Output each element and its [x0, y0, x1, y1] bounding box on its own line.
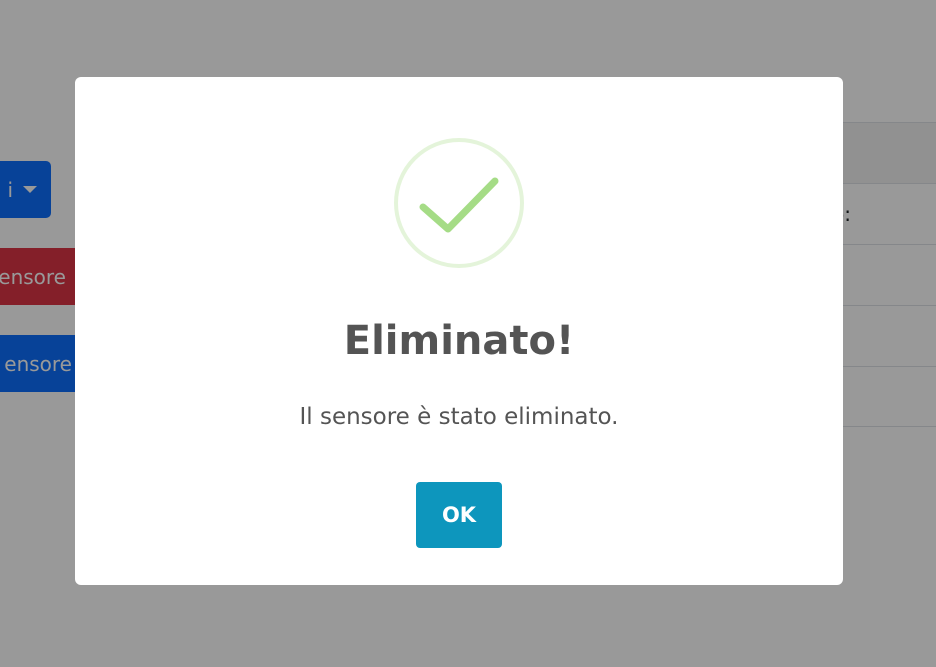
dialog-title: Eliminato! — [343, 318, 575, 364]
ok-button[interactable]: OK — [416, 482, 502, 548]
page: i ensore ensore o: Eliminato! Il sensore… — [0, 0, 936, 667]
dialog-message: Il sensore è stato eliminato. — [299, 404, 619, 430]
success-check-icon — [394, 138, 524, 268]
success-dialog: Eliminato! Il sensore è stato eliminato.… — [75, 77, 843, 585]
